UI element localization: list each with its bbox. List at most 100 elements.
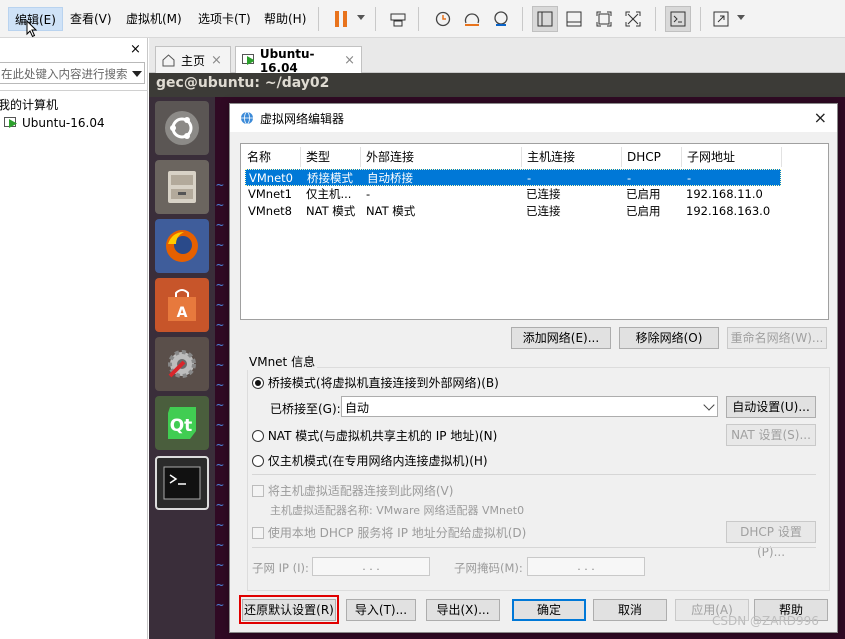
- column-header-dhcp[interactable]: DHCP: [622, 147, 682, 167]
- nat-option[interactable]: NAT 模式(与虚拟机共享主机的 IP 地址)(N): [252, 427, 497, 444]
- unity-button[interactable]: [620, 6, 646, 32]
- settings-launcher-button[interactable]: [155, 337, 209, 391]
- dhcp-option[interactable]: 使用本地 DHCP 服务将 IP 地址分配给虚拟机(D): [252, 524, 526, 541]
- bridged-option[interactable]: 桥接模式(将虚拟机直接连接到外部网络)(B): [252, 374, 499, 391]
- host-only-option[interactable]: 仅主机模式(在专用网络内连接虚拟机)(H): [252, 452, 488, 469]
- bridged-to-select[interactable]: 自动: [341, 396, 718, 417]
- tree-item-my-computer[interactable]: 我的计算机: [0, 96, 58, 113]
- cell-subnet: 192.168.163.0: [686, 204, 771, 218]
- import-button[interactable]: 导入(T)...: [346, 599, 416, 621]
- pause-icon: [335, 11, 347, 27]
- add-network-button[interactable]: 添加网络(E)...: [511, 327, 611, 349]
- dialog-title: 虚拟网络编辑器: [260, 111, 345, 126]
- export-button[interactable]: 导出(X)...: [426, 599, 500, 621]
- terminal-tilde: ~: [216, 578, 224, 593]
- manage-snapshots-icon: [494, 11, 508, 26]
- cell-dhcp: 已启用: [626, 204, 661, 218]
- software-center-launcher-button[interactable]: A: [155, 278, 209, 332]
- snapshot-icon: [435, 11, 451, 27]
- cell-type: NAT 模式: [306, 204, 356, 218]
- terminal-launcher-button[interactable]: [155, 456, 209, 510]
- library-close-button[interactable]: ×: [130, 42, 141, 57]
- host-only-label: 仅主机模式(在专用网络内连接虚拟机)(H): [267, 454, 488, 468]
- library-toggle-button[interactable]: [532, 6, 558, 32]
- terminal-tilde: ~: [216, 258, 224, 273]
- qt-creator-launcher-button[interactable]: Qt: [155, 396, 209, 450]
- cell-name: VMnet1: [248, 187, 292, 201]
- dhcp-label: 使用本地 DHCP 服务将 IP 地址分配给虚拟机(D): [267, 526, 527, 540]
- remove-network-button[interactable]: 移除网络(O): [619, 327, 719, 349]
- pause-button[interactable]: [328, 6, 354, 32]
- tree-item-vm-label: Ubuntu-16.04: [22, 116, 105, 130]
- subnet-ip-input[interactable]: . . .: [312, 557, 430, 576]
- rename-network-button[interactable]: 重命名网络(W)...: [727, 327, 827, 349]
- chevron-down-icon: [703, 399, 715, 411]
- manage-snapshots-button[interactable]: [488, 6, 514, 32]
- terminal-tilde: ~: [216, 418, 224, 433]
- revert-snapshot-button[interactable]: [459, 6, 485, 32]
- table-row[interactable]: VMnet8 NAT 模式 NAT 模式 已连接 已启用 192.168.163…: [245, 203, 781, 220]
- connect-adapter-option[interactable]: 将主机虚拟适配器连接到此网络(V): [252, 482, 453, 499]
- subnet-mask-input[interactable]: . . .: [527, 557, 645, 576]
- host-only-radio[interactable]: [252, 455, 264, 467]
- tab-home[interactable]: 主页 ×: [155, 46, 231, 73]
- bridged-radio[interactable]: [252, 377, 264, 389]
- menu-help[interactable]: 帮助(H): [258, 7, 312, 31]
- firefox-launcher-button[interactable]: [155, 219, 209, 273]
- auto-settings-button[interactable]: 自动设置(U)...: [726, 396, 816, 418]
- send-keys-button[interactable]: [385, 6, 411, 32]
- terminal-tilde: ~: [216, 318, 224, 333]
- fullscreen-icon: [596, 11, 612, 27]
- library-search-input[interactable]: 在此处键入内容进行搜索: [0, 62, 145, 84]
- pause-dropdown-icon[interactable]: [357, 15, 365, 20]
- terminal-tilde: ~: [216, 598, 224, 613]
- thumbnail-button[interactable]: [561, 6, 587, 32]
- table-row[interactable]: VMnet1 仅主机... - 已连接 已启用 192.168.11.0: [245, 186, 781, 203]
- divider: [252, 474, 816, 475]
- nat-settings-button[interactable]: NAT 设置(S)...: [726, 424, 816, 446]
- menu-vm[interactable]: 虚拟机(M): [120, 7, 188, 31]
- snapshot-button[interactable]: [430, 6, 456, 32]
- vm-running-icon: [242, 54, 254, 65]
- dialog-close-button[interactable]: ×: [814, 108, 827, 127]
- column-header-name[interactable]: 名称: [242, 147, 301, 167]
- fullscreen-button[interactable]: [591, 6, 617, 32]
- tab-home-close-icon[interactable]: ×: [211, 53, 222, 68]
- column-header-external[interactable]: 外部连接: [361, 147, 522, 167]
- connect-adapter-checkbox[interactable]: [252, 485, 264, 497]
- terminal-icon: [163, 466, 201, 500]
- column-header-type[interactable]: 类型: [301, 147, 361, 167]
- stretch-dropdown-icon[interactable]: [737, 15, 745, 20]
- table-row[interactable]: VMnet0 桥接模式 自动桥接 - - -: [245, 169, 781, 186]
- search-dropdown-icon[interactable]: [132, 71, 142, 77]
- tab-ubuntu[interactable]: Ubuntu-16.04 ×: [235, 46, 362, 75]
- terminal-tilde: ~: [216, 458, 224, 473]
- cell-type: 仅主机...: [306, 187, 352, 201]
- file-cabinet-icon: [168, 171, 196, 203]
- stretch-button[interactable]: [708, 6, 734, 32]
- menu-bar: 编辑(E) 查看(V) 虚拟机(M) 选项卡(T) 帮助(H): [0, 0, 845, 38]
- ok-button[interactable]: 确定: [512, 599, 586, 621]
- tab-ubuntu-close-icon[interactable]: ×: [344, 53, 355, 68]
- svg-text:A: A: [177, 305, 188, 321]
- network-list[interactable]: 名称 类型 外部连接 主机连接 DHCP 子网地址 VMnet0 桥接模式 自动…: [240, 143, 829, 320]
- files-launcher-button[interactable]: [155, 160, 209, 214]
- column-header-host[interactable]: 主机连接: [522, 147, 622, 167]
- network-globe-icon: [241, 111, 253, 125]
- menu-tabs[interactable]: 选项卡(T): [192, 7, 257, 31]
- virtual-network-editor-dialog: 虚拟网络编辑器 × 名称 类型 外部连接 主机连接 DHCP 子网地址 VMne…: [229, 103, 838, 633]
- dhcp-checkbox[interactable]: [252, 527, 264, 539]
- menu-view[interactable]: 查看(V): [64, 7, 118, 31]
- connect-adapter-label: 将主机虚拟适配器连接到此网络(V): [267, 484, 454, 498]
- ubuntu-dash-button[interactable]: [155, 101, 209, 155]
- terminal-tilde: ~: [216, 378, 224, 393]
- tree-item-vm[interactable]: Ubuntu-16.04: [4, 116, 105, 130]
- tab-ubuntu-label: Ubuntu-16.04: [259, 46, 315, 75]
- nat-radio[interactable]: [252, 430, 264, 442]
- column-header-subnet[interactable]: 子网地址: [682, 147, 782, 167]
- cell-external: NAT 模式: [366, 204, 416, 218]
- dhcp-settings-button[interactable]: DHCP 设置(P)...: [726, 521, 816, 559]
- cancel-button[interactable]: 取消: [593, 599, 667, 621]
- terminal-tilde: ~: [216, 538, 224, 553]
- console-view-button[interactable]: [665, 6, 691, 32]
